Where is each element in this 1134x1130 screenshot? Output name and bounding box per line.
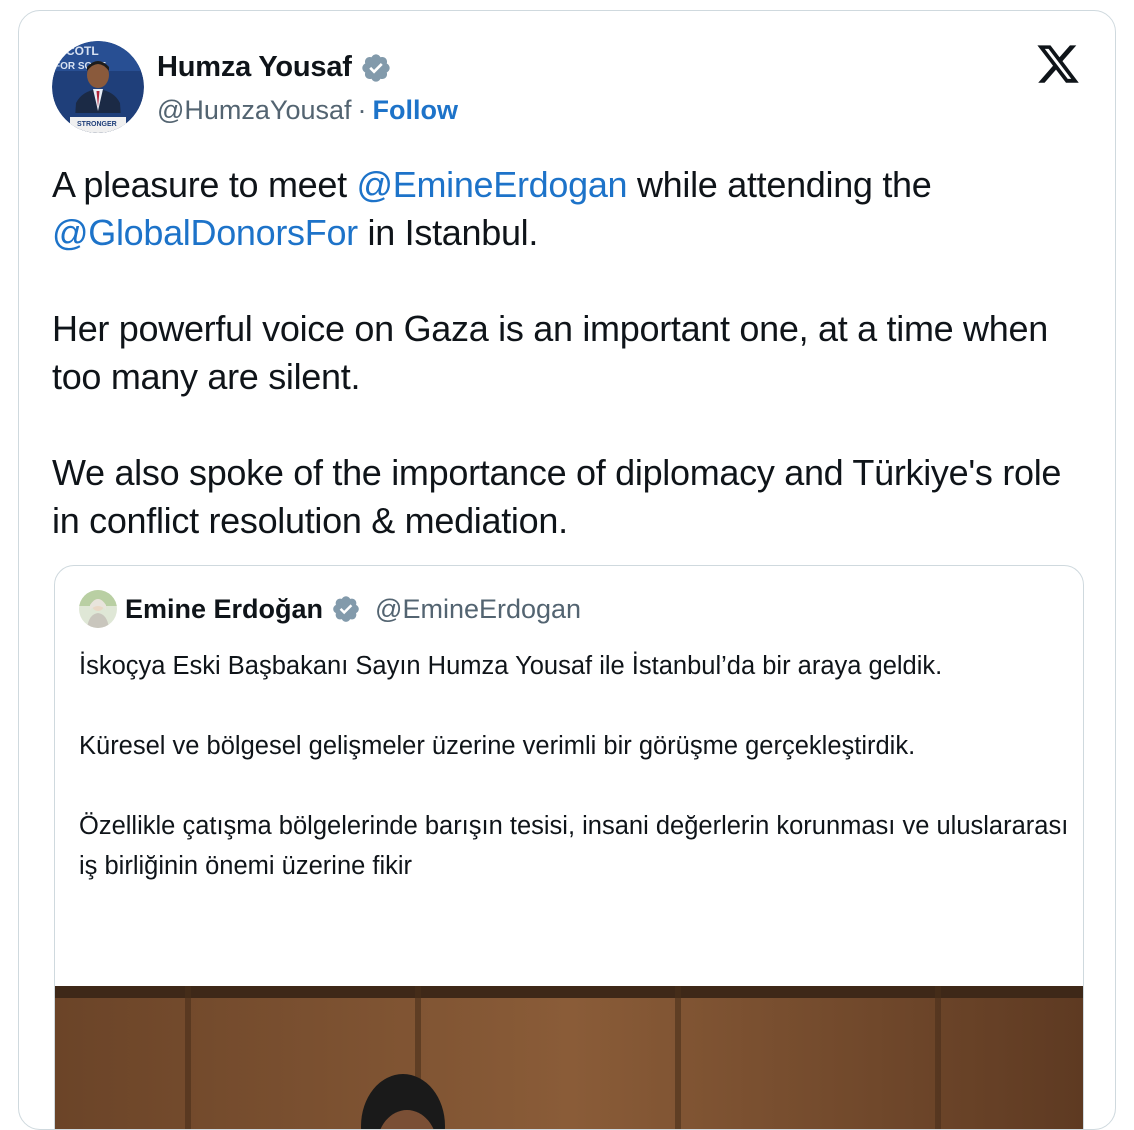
- handle-separator: ·: [357, 95, 367, 125]
- x-logo-icon[interactable]: [1035, 41, 1081, 87]
- quoted-author-avatar[interactable]: [79, 590, 117, 628]
- quoted-paragraph-2: Küresel ve bölgesel gelişmeler üzerine v…: [79, 732, 916, 760]
- tweet-text-segment: A pleasure to meet: [52, 164, 357, 205]
- tweet-header: SCOTL FOR SCOT STRONGER Humza Yousaf @Hu…: [52, 41, 1082, 133]
- tweet-paragraph-2: Her powerful voice on Gaza is an importa…: [52, 308, 1048, 397]
- verified-badge-icon: [360, 52, 392, 84]
- quoted-tweet-header: Emine Erdoğan @EmineErdogan: [79, 590, 581, 628]
- mention-link[interactable]: @EmineErdogan: [356, 164, 627, 205]
- quoted-paragraph-1: İskoçya Eski Başbakanı Sayın Humza Yousa…: [79, 652, 943, 680]
- quoted-tweet-body: İskoçya Eski Başbakanı Sayın Humza Yousa…: [79, 646, 1069, 926]
- author-display-name[interactable]: Humza Yousaf: [157, 51, 352, 84]
- tweet-body: A pleasure to meet @EmineErdogan while a…: [52, 161, 1092, 593]
- follow-button[interactable]: Follow: [373, 95, 458, 126]
- podium-text: STRONGER: [77, 121, 117, 128]
- svg-text:SCOTL: SCOTL: [58, 44, 99, 58]
- quoted-tweet[interactable]: Emine Erdoğan @EmineErdogan İskoçya Eski…: [54, 565, 1084, 1129]
- author-avatar[interactable]: SCOTL FOR SCOT STRONGER: [52, 41, 144, 133]
- author-handle-row: @HumzaYousaf · Follow: [157, 95, 458, 126]
- author-avatar-image: SCOTL FOR SCOT STRONGER: [52, 41, 144, 133]
- tweet-paragraph-3: We also spoke of the importance of diplo…: [52, 452, 1062, 541]
- quoted-tweet-photo[interactable]: [55, 986, 1083, 1129]
- quoted-author-name[interactable]: Emine Erdoğan: [125, 594, 323, 625]
- quoted-paragraph-3: Özellikle çatışma bölgelerinde barışın t…: [79, 812, 1069, 880]
- verified-badge-icon: [331, 594, 361, 624]
- mention-link[interactable]: @GlobalDonorsFor: [52, 212, 358, 253]
- author-name-row: Humza Yousaf: [157, 51, 392, 84]
- quoted-author-handle[interactable]: @EmineErdogan: [375, 594, 581, 625]
- tweet-text-segment: while attending the: [627, 164, 932, 205]
- tweet-card[interactable]: SCOTL FOR SCOT STRONGER Humza Yousaf @Hu…: [18, 10, 1116, 1130]
- author-handle[interactable]: @HumzaYousaf: [157, 95, 352, 126]
- tweet-paragraph-1: A pleasure to meet @EmineErdogan while a…: [52, 161, 1092, 257]
- tweet-text-segment: in Istanbul.: [357, 212, 539, 253]
